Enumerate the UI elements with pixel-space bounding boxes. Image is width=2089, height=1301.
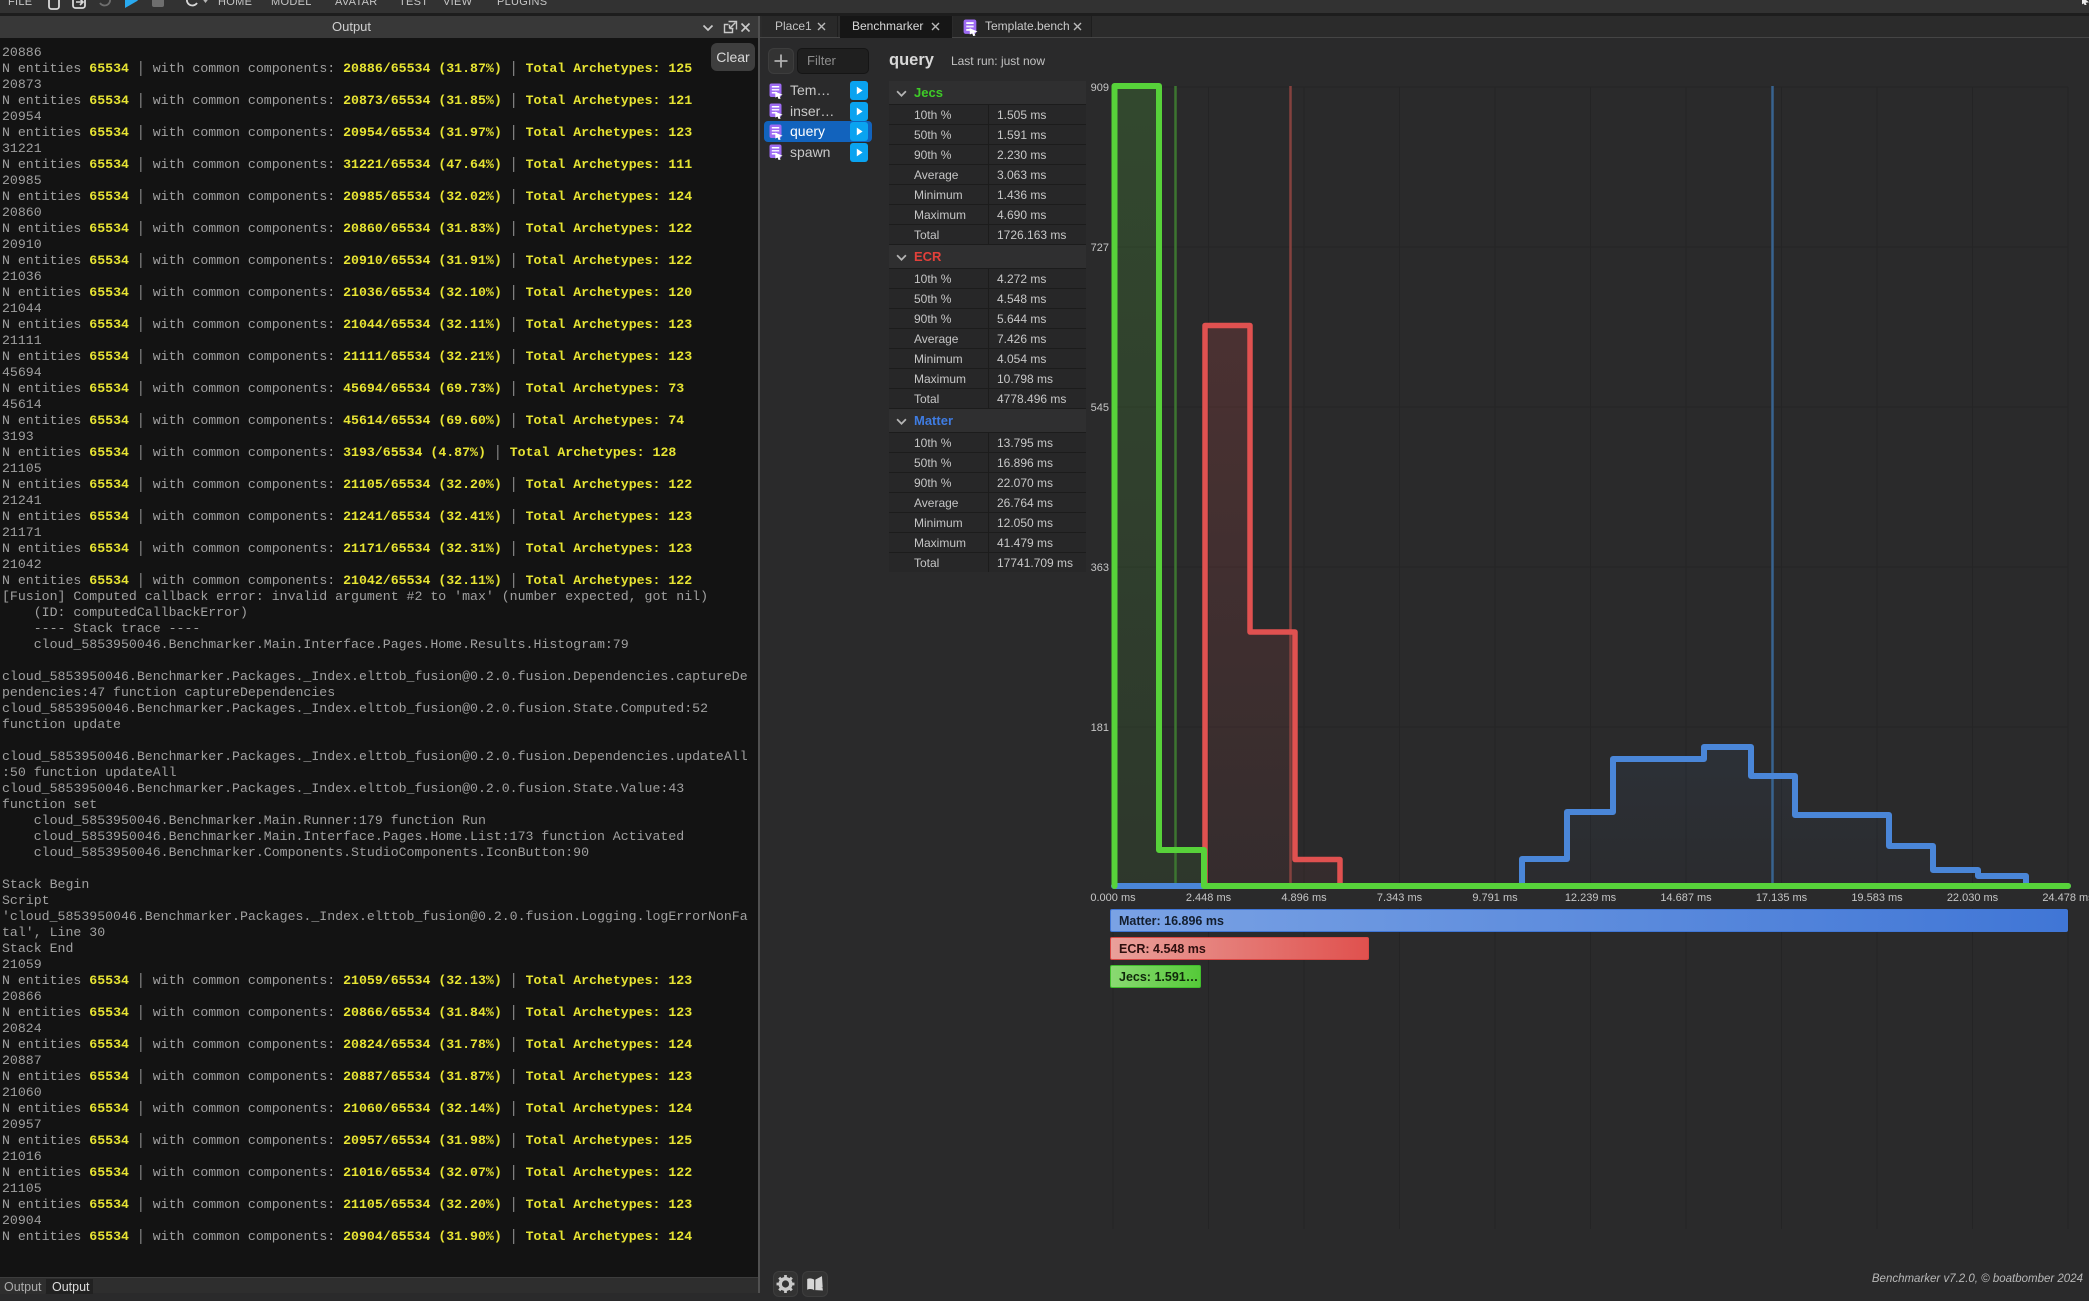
svg-text:7.343 ms: 7.343 ms xyxy=(1377,892,1423,904)
svg-text:24.478 ms: 24.478 ms xyxy=(2042,892,2089,904)
svg-text:181: 181 xyxy=(1091,722,1109,734)
svg-text:19.583 ms: 19.583 ms xyxy=(1851,892,1903,904)
svg-text:545: 545 xyxy=(1091,402,1109,414)
svg-text:12.239 ms: 12.239 ms xyxy=(1565,892,1617,904)
svg-text:0.000 ms: 0.000 ms xyxy=(1090,892,1136,904)
svg-text:4.896 ms: 4.896 ms xyxy=(1281,892,1327,904)
svg-text:363: 363 xyxy=(1091,562,1109,574)
svg-text:14.687 ms: 14.687 ms xyxy=(1660,892,1712,904)
svg-text:909: 909 xyxy=(1091,82,1109,94)
svg-text:22.030 ms: 22.030 ms xyxy=(1947,892,1999,904)
svg-text:2.448 ms: 2.448 ms xyxy=(1186,892,1232,904)
svg-text:9.791 ms: 9.791 ms xyxy=(1472,892,1518,904)
svg-text:727: 727 xyxy=(1091,242,1109,254)
svg-text:17.135 ms: 17.135 ms xyxy=(1756,892,1808,904)
